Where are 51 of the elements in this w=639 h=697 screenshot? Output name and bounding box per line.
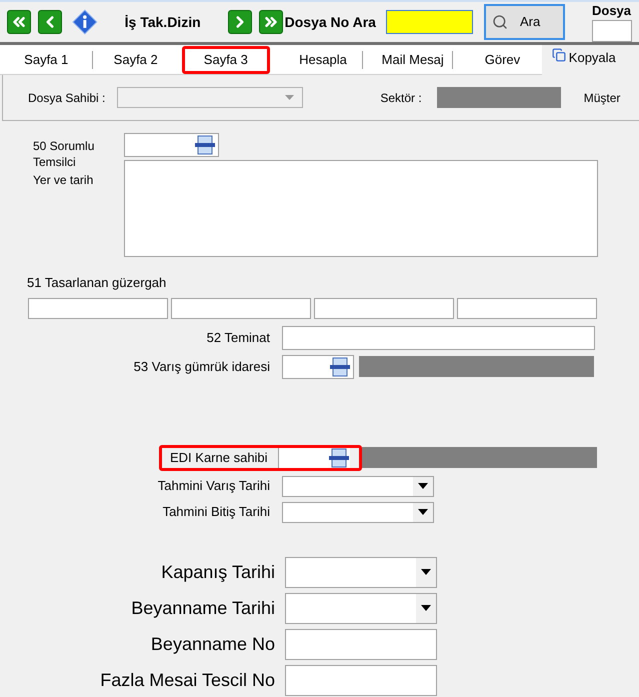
field-label: EDI Karne sahibi	[170, 448, 268, 467]
field-label: Yer ve tarih	[33, 172, 94, 188]
double-chevron-button[interactable]	[258, 10, 283, 34]
field-label: Tahmini Varış Tarihi	[158, 477, 270, 496]
field-label: Müşter	[584, 90, 620, 106]
dropdown-arrow-icon[interactable]	[418, 483, 428, 489]
dropdown-arrow-icon[interactable]	[421, 569, 431, 575]
text-field[interactable]	[282, 326, 595, 350]
tab[interactable]: Hesapla	[284, 46, 362, 74]
text-field[interactable]	[285, 628, 437, 660]
chevron-button[interactable]	[228, 10, 252, 34]
search-field[interactable]	[386, 10, 473, 34]
field-label: 51 Tasarlanan güzergah	[27, 274, 168, 292]
double-chevron-button[interactable]	[7, 10, 31, 34]
field-label: 50 Sorumlu Temsilci	[33, 138, 96, 170]
route-field[interactable]	[457, 298, 597, 318]
chevron-button[interactable]	[38, 10, 62, 34]
field-label: Sektör :	[380, 90, 422, 106]
picker-icon[interactable]	[328, 448, 350, 468]
tab[interactable]: Görev	[463, 46, 542, 74]
toolbar-label: Dosya	[592, 4, 632, 18]
copy-icon	[552, 48, 566, 62]
picker-icon[interactable]	[194, 135, 216, 155]
search-icon	[492, 14, 508, 30]
field-label: 52 Teminat	[206, 328, 270, 347]
text-field[interactable]	[285, 664, 437, 696]
toolbar-label: İş Tak.Dizin	[124, 12, 201, 32]
tab[interactable]: Sayfa 1	[0, 46, 92, 74]
field-label: Beyanname Tarihi	[131, 596, 275, 620]
field-label: Tahmini Bitiş Tarihi	[162, 503, 270, 522]
tab[interactable]: Sayfa 2	[93, 46, 178, 74]
route-field[interactable]	[314, 298, 454, 318]
tab[interactable]: Mail Mesaj	[373, 46, 452, 74]
tab[interactable]: Sayfa 3	[182, 46, 270, 74]
route-field[interactable]	[171, 298, 311, 318]
field-label: Beyanname No	[150, 632, 275, 656]
field-label: 53 Varış gümrük idaresi	[134, 358, 270, 376]
route-field[interactable]	[28, 298, 168, 318]
search-button[interactable]: Ara	[484, 4, 565, 40]
lookup-field[interactable]	[282, 354, 354, 378]
field-label: Fazla Mesai Tescil No	[100, 668, 275, 692]
field-label: Dosya Sahibi :	[28, 90, 106, 106]
search-label: Dosya No Ara	[284, 12, 376, 32]
dropdown-arrow-icon[interactable]	[421, 605, 431, 611]
info-icon[interactable]	[72, 9, 98, 35]
picker-icon[interactable]	[329, 356, 351, 376]
dropdown-arrow-icon[interactable]	[418, 509, 428, 515]
lookup-field[interactable]	[124, 133, 219, 157]
field-label: Kapanış Tarihi	[161, 560, 275, 584]
text-field[interactable]	[592, 20, 632, 42]
copy-button[interactable]: Kopyala	[542, 44, 639, 74]
